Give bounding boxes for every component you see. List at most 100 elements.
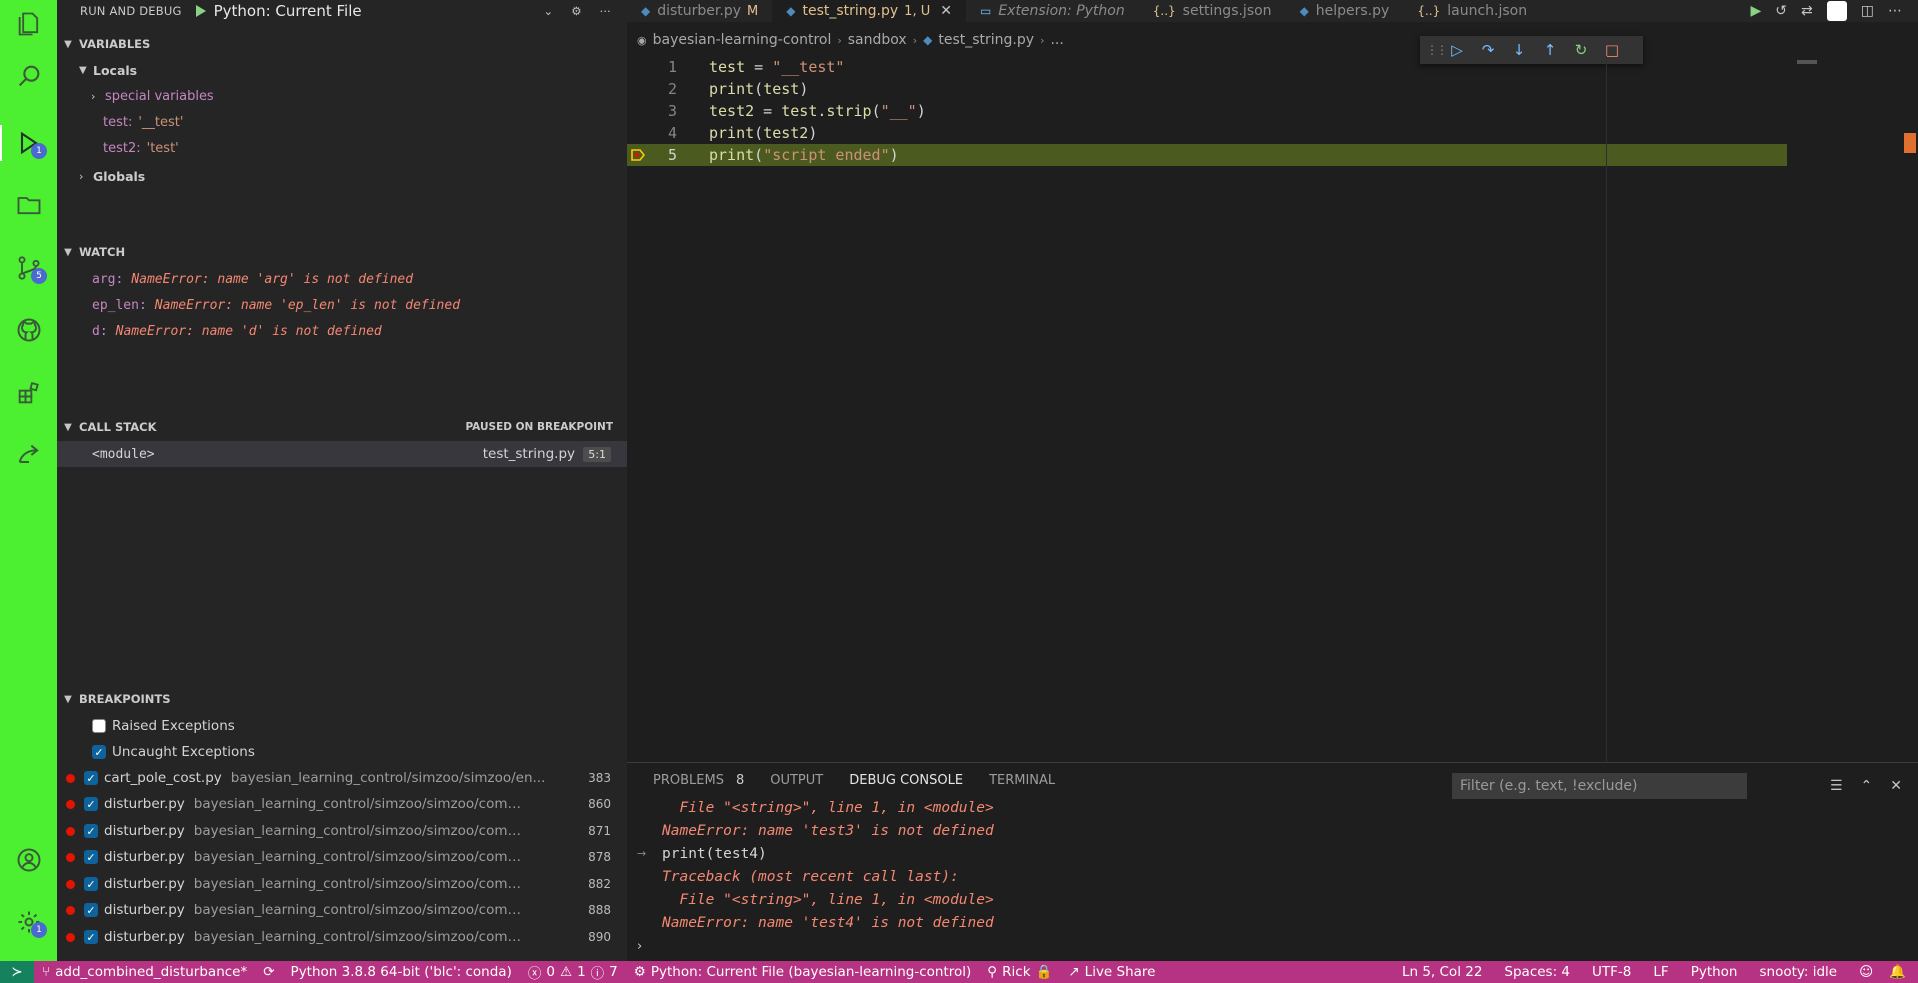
- debug-config-select[interactable]: Python: Current File: [214, 2, 362, 20]
- breakpoint-item[interactable]: ✓ disturber.py bayesian_learning_control…: [57, 871, 627, 897]
- maximize-panel-icon[interactable]: ⌃: [1861, 778, 1873, 794]
- encoding[interactable]: UTF-8: [1584, 964, 1645, 980]
- breakpoint-item[interactable]: ✓ cart_pole_cost.py bayesian_learning_co…: [57, 765, 627, 791]
- tab-settings-json[interactable]: {..} settings.json: [1139, 0, 1286, 22]
- close-icon[interactable]: ✕: [1890, 778, 1902, 794]
- chevron-right-icon: ›: [79, 169, 84, 183]
- watch-section-header[interactable]: ▼ WATCH: [57, 241, 627, 263]
- breakpoint-checkbox[interactable]: ✓: [84, 797, 98, 811]
- code-editor[interactable]: 1 test = "__test" 2 print(test) 3 test2 …: [627, 56, 1918, 762]
- special-variables-item[interactable]: › special variables: [57, 83, 627, 109]
- live-share[interactable]: ↗ Live Share: [1060, 964, 1163, 980]
- search-icon[interactable]: [0, 52, 57, 100]
- tab-launch-json[interactable]: {..} launch.json: [1403, 0, 1541, 22]
- breakpoint-paused-icon[interactable]: [631, 148, 645, 162]
- close-icon[interactable]: ✕: [940, 3, 952, 19]
- stack-frame[interactable]: <module> test_string.py 5:1: [57, 441, 627, 467]
- variable-test2[interactable]: test2: 'test': [57, 135, 627, 161]
- tab-helpers[interactable]: ◆ helpers.py: [1286, 0, 1404, 22]
- console-prompt-icon[interactable]: ›: [637, 939, 642, 954]
- breakpoint-checkbox[interactable]: ✓: [84, 903, 98, 917]
- watch-item[interactable]: arg: NameError: name 'arg' is not define…: [57, 266, 627, 292]
- breadcrumb-file[interactable]: test_string.py: [938, 32, 1034, 48]
- feedback-icon[interactable]: ☺: [1851, 964, 1881, 980]
- snooty-status[interactable]: snooty: idle: [1751, 964, 1851, 980]
- locals-scope[interactable]: ▼ Locals: [57, 57, 627, 83]
- globals-scope[interactable]: › Globals: [57, 163, 627, 189]
- tab-debug-console[interactable]: DEBUG CONSOLE: [849, 773, 963, 788]
- branch-item[interactable]: ⑂ add_combined_disturbance*: [34, 964, 255, 980]
- more-actions-icon[interactable]: ⋯: [600, 4, 612, 18]
- indentation[interactable]: Spaces: 4: [1496, 964, 1584, 980]
- chevron-down-icon[interactable]: ⌄: [544, 4, 554, 18]
- code-line[interactable]: 1 test = "__test": [627, 56, 1787, 78]
- current-execution-line[interactable]: 5 print("script ended"): [627, 144, 1787, 166]
- manage-gear-icon[interactable]: 1: [0, 898, 57, 946]
- sync-icon[interactable]: ⟳: [255, 964, 282, 980]
- breadcrumb-root[interactable]: bayesian-learning-control: [653, 32, 832, 48]
- github-icon[interactable]: [0, 306, 57, 354]
- extensions-icon[interactable]: [0, 369, 57, 417]
- variables-section-header[interactable]: ▼ VARIABLES: [57, 33, 627, 55]
- raised-exceptions-item[interactable]: Raised Exceptions: [57, 713, 627, 739]
- problems-summary[interactable]: ⓧ 0 ⚠ 1 ⓘ 7: [520, 962, 626, 982]
- tab-test-string[interactable]: ◆ test_string.py 1, U ✕: [772, 0, 966, 22]
- timeline-icon[interactable]: ↺: [1775, 3, 1787, 19]
- watch-item[interactable]: d: NameError: name 'd' is not defined: [57, 318, 627, 344]
- tab-disturber[interactable]: ◆ disturber.py M: [627, 0, 772, 22]
- uncaught-exceptions-item[interactable]: ✓ Uncaught Exceptions: [57, 739, 627, 765]
- callstack-section-header[interactable]: ▼ CALL STACK PAUSED ON BREAKPOINT: [57, 416, 627, 438]
- run-file-icon[interactable]: ▶: [1751, 3, 1762, 19]
- user-item[interactable]: ⚲ Rick 🔒: [979, 964, 1060, 980]
- compare-icon[interactable]: ⇄: [1801, 3, 1813, 19]
- uncaught-exceptions-checkbox[interactable]: ✓: [92, 745, 106, 759]
- breadcrumb-folder[interactable]: sandbox: [848, 32, 907, 48]
- scrollbar-marker[interactable]: [1904, 133, 1916, 153]
- tab-output[interactable]: OUTPUT: [770, 773, 823, 788]
- code-line[interactable]: 4 print(test2): [627, 122, 1787, 144]
- code-line[interactable]: 3 test2 = test.strip("__"): [627, 100, 1787, 122]
- breakpoint-item[interactable]: ✓ disturber.py bayesian_learning_control…: [57, 791, 627, 817]
- breakpoint-checkbox[interactable]: ✓: [84, 771, 98, 785]
- more-actions-icon[interactable]: ⋯: [1888, 3, 1902, 19]
- tab-terminal[interactable]: TERMINAL: [989, 773, 1055, 788]
- debug-console-filter-input[interactable]: Filter (e.g. text, !exclude): [1452, 773, 1747, 799]
- split-editor-icon[interactable]: ◫: [1861, 3, 1874, 19]
- code-line[interactable]: 2 print(test): [627, 78, 1787, 100]
- remote-icon[interactable]: ≻: [0, 961, 34, 983]
- files-folder-icon[interactable]: [0, 181, 57, 229]
- minimap[interactable]: [1797, 60, 1817, 64]
- start-debugging-icon[interactable]: [195, 5, 206, 17]
- watch-item[interactable]: ep_len: NameError: name 'ep_len' is not …: [57, 292, 627, 318]
- python-interpreter[interactable]: Python 3.8.8 64-bit ('blc': conda): [283, 964, 520, 980]
- raised-exceptions-checkbox[interactable]: [92, 719, 106, 733]
- breakpoint-item[interactable]: ✓ disturber.py bayesian_learning_control…: [57, 897, 627, 923]
- notifications-bell-icon[interactable]: 🔔: [1881, 964, 1918, 980]
- warning-icon: ⚠: [559, 964, 573, 980]
- breakpoint-checkbox[interactable]: ✓: [84, 824, 98, 838]
- breakpoint-item[interactable]: ✓ disturber.py bayesian_learning_control…: [57, 818, 627, 844]
- breakpoint-item[interactable]: ✓ disturber.py bayesian_learning_control…: [57, 844, 627, 870]
- white-square-icon[interactable]: [1826, 1, 1847, 21]
- source-control-icon[interactable]: 5: [0, 244, 57, 292]
- run-debug-icon[interactable]: 1: [0, 119, 57, 167]
- breakpoint-checkbox[interactable]: ✓: [84, 850, 98, 864]
- accounts-icon[interactable]: [0, 836, 57, 884]
- drag-handle-icon[interactable]: ⋮⋮: [1426, 43, 1448, 57]
- language-mode[interactable]: Python: [1683, 964, 1752, 980]
- variable-test[interactable]: test: '__test': [57, 109, 627, 135]
- line-ending[interactable]: LF: [1645, 964, 1682, 980]
- breakpoint-item[interactable]: ✓ disturber.py bayesian_learning_control…: [57, 924, 627, 950]
- debug-session[interactable]: ⚙ Python: Current File (bayesian-learning…: [626, 964, 980, 980]
- explorer-icon[interactable]: [0, 0, 57, 48]
- tab-problems[interactable]: PROBLEMS 8: [653, 773, 744, 788]
- breadcrumb-more[interactable]: ...: [1050, 32, 1063, 48]
- gear-icon[interactable]: ⚙: [571, 4, 581, 18]
- breakpoint-checkbox[interactable]: ✓: [84, 930, 98, 944]
- cursor-position[interactable]: Ln 5, Col 22: [1394, 964, 1496, 980]
- breakpoint-checkbox[interactable]: ✓: [84, 877, 98, 891]
- remote-explorer-icon[interactable]: [0, 431, 57, 479]
- breakpoints-section-header[interactable]: ▼ BREAKPOINTS: [57, 688, 627, 710]
- tab-extension-python[interactable]: ▭ Extension: Python: [966, 0, 1139, 22]
- clear-console-icon[interactable]: ☰: [1830, 778, 1843, 794]
